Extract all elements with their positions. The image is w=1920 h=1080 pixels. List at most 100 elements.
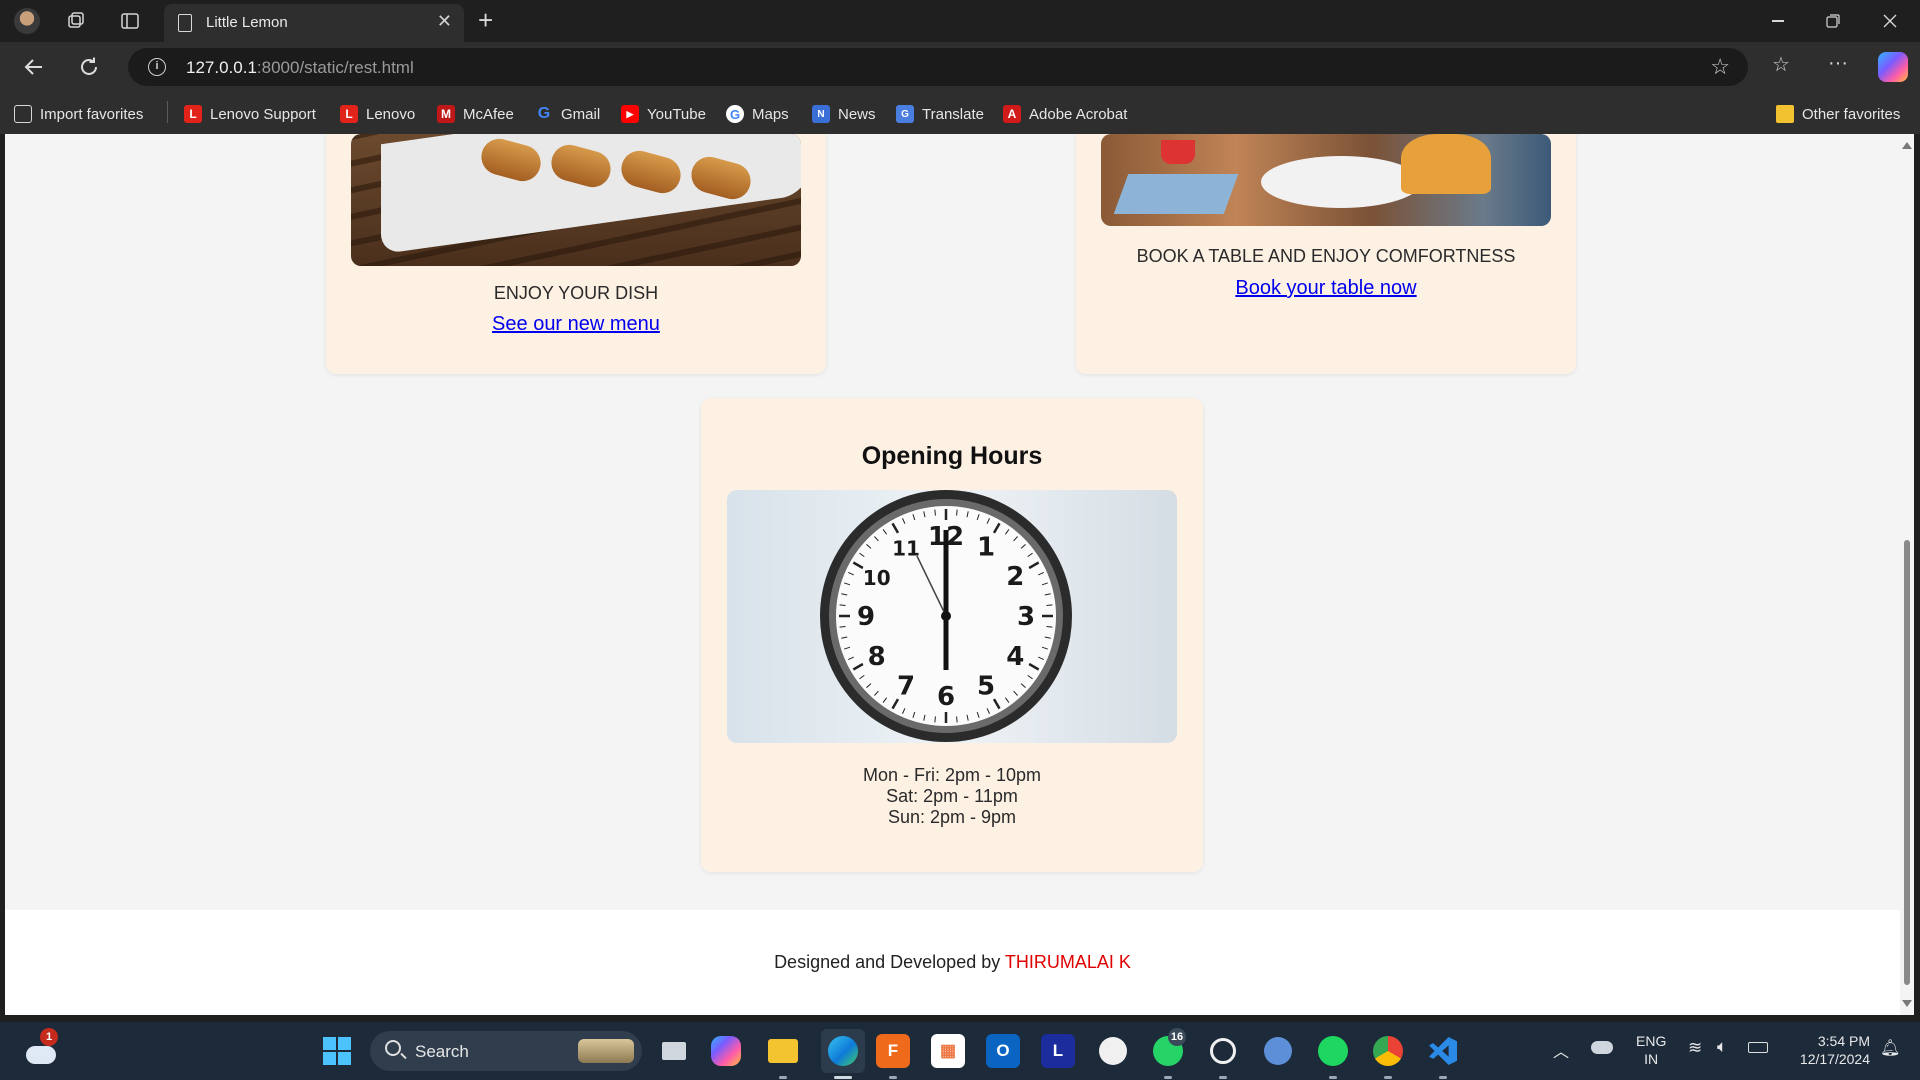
clock-numeral: 9 [857, 602, 875, 632]
back-button[interactable] [18, 52, 50, 82]
settings-menu-icon[interactable]: ··· [1828, 52, 1848, 75]
spring-rolls-image [351, 134, 801, 266]
start-icon[interactable] [320, 1034, 354, 1068]
youtube-icon: ▶ [621, 105, 639, 123]
clock-numeral: 6 [937, 682, 955, 712]
chrome-icon[interactable] [1371, 1034, 1405, 1068]
url-text[interactable]: 127.0.0.1:8000/static/rest.html [186, 58, 414, 78]
table-caption: BOOK A TABLE AND ENJOY COMFORTNESS [1136, 246, 1516, 266]
window-bottom-border [0, 1015, 1920, 1022]
acrobat-icon: A [1003, 105, 1021, 123]
fav-gmail[interactable]: G Gmail [535, 103, 600, 125]
clock-numeral: 10 [863, 566, 891, 590]
microsoft-store-icon[interactable]: ▦ [931, 1034, 965, 1068]
whatsapp-badge: 16 [1168, 1028, 1186, 1046]
battery-icon[interactable] [1748, 1042, 1768, 1053]
search-label: Search [415, 1042, 469, 1061]
tab-little-lemon[interactable]: Little Lemon ✕ [164, 4, 464, 42]
clock-tick [839, 604, 846, 606]
hours-saturday: Sat: 2pm - 11pm [886, 786, 1018, 806]
refresh-button[interactable] [73, 52, 105, 82]
title-bar: Little Lemon ✕ + [0, 0, 1920, 42]
clock-image: 121234567891011 [727, 490, 1177, 743]
dish-caption: ENJOY YOUR DISH [493, 283, 659, 303]
page-viewport: ENJOY YOUR DISH See our new menu BOOK A … [5, 134, 1900, 1015]
profile-avatar[interactable] [13, 7, 41, 35]
github-icon[interactable] [1096, 1034, 1130, 1068]
spotify-icon[interactable] [1316, 1034, 1350, 1068]
close-window-button[interactable] [1870, 6, 1910, 36]
clock-numeral: 7 [897, 671, 915, 701]
search-highlight-image [578, 1039, 634, 1063]
lenovo-app-icon[interactable]: L [1041, 1034, 1075, 1068]
show-hidden-icons-icon[interactable]: ︿ [1553, 1038, 1569, 1062]
chatgpt-icon[interactable] [1206, 1034, 1240, 1068]
hours-sunday: Sun: 2pm - 9pm [887, 807, 1017, 827]
taskbar-search[interactable]: Search [370, 1031, 642, 1071]
clock-tick [839, 626, 846, 628]
language-indicator[interactable]: ENG IN [1636, 1032, 1666, 1068]
clock-tick [1046, 604, 1053, 606]
weather-badge: 1 [40, 1028, 58, 1046]
clock-numeral: 5 [977, 671, 995, 701]
edge-icon[interactable] [821, 1029, 865, 1073]
onedrive-icon[interactable] [1591, 1041, 1613, 1054]
clock-date[interactable]: 3:54 PM 12/17/2024 [1784, 1032, 1870, 1068]
google-icon: G [537, 105, 551, 122]
clock-numeral: 11 [892, 537, 920, 561]
footer-credit: Designed and Developed by THIRUMALAI K [774, 952, 1131, 972]
search-icon [385, 1040, 401, 1056]
volume-icon[interactable]: 🔈︎ [1717, 1037, 1727, 1057]
book-table-link[interactable]: Book your table now [1076, 277, 1576, 300]
task-view-icon[interactable] [657, 1034, 691, 1068]
favorite-star-icon[interactable]: ☆ [1710, 54, 1730, 80]
favorites-icon[interactable]: ☆ [1772, 52, 1790, 77]
clock-tick [956, 509, 958, 516]
file-explorer-icon[interactable] [766, 1034, 800, 1068]
clock-face: 121234567891011 [820, 490, 1072, 742]
page-icon [178, 14, 192, 32]
outlook-icon[interactable]: O [986, 1034, 1020, 1068]
workspaces-icon[interactable] [62, 7, 90, 35]
clock-numeral: 8 [868, 642, 886, 672]
copilot-taskbar-icon[interactable] [711, 1036, 741, 1066]
new-tab-button[interactable]: + [478, 5, 493, 36]
close-tab-icon[interactable]: ✕ [437, 11, 452, 32]
page-scrollbar[interactable] [1900, 134, 1914, 1015]
dish-card: ENJOY YOUR DISH See our new menu [326, 134, 826, 374]
site-info-icon[interactable]: i [148, 58, 166, 76]
fav-mcafee[interactable]: M McAfee [437, 103, 514, 125]
fms-app-icon[interactable]: F [876, 1034, 910, 1068]
fav-youtube[interactable]: ▶ YouTube [621, 103, 706, 125]
other-favorites[interactable]: Other favorites [1776, 103, 1900, 125]
clock-numeral: 1 [977, 533, 995, 563]
copilot-icon[interactable] [1878, 52, 1908, 82]
google-icon: G [726, 105, 744, 123]
scroll-up-arrow-icon[interactable] [1902, 142, 1912, 149]
scrollbar-thumb[interactable] [1904, 540, 1910, 985]
fav-maps[interactable]: G Maps [726, 103, 789, 125]
folder-icon [1776, 105, 1794, 123]
vscode-icon[interactable] [1426, 1034, 1460, 1068]
wifi-icon[interactable]: ≋ [1688, 1038, 1702, 1058]
vpn-globe-icon[interactable] [1261, 1034, 1295, 1068]
import-icon [14, 105, 32, 123]
see-menu-link[interactable]: See our new menu [326, 313, 826, 336]
footer-author: THIRUMALAI K [1004, 952, 1131, 972]
restore-button[interactable] [1813, 6, 1853, 36]
fav-translate[interactable]: G Translate [896, 103, 984, 125]
scroll-down-arrow-icon[interactable] [1902, 1000, 1912, 1007]
vertical-tabs-icon[interactable] [116, 7, 144, 35]
fav-news[interactable]: N News [812, 103, 876, 125]
translate-icon: G [896, 105, 914, 123]
restaurant-table-image [1101, 134, 1551, 226]
fav-lenovo[interactable]: L Lenovo [340, 103, 415, 125]
notification-bell-icon[interactable]: 🔔︎ [1880, 1038, 1900, 1058]
favorites-separator [167, 101, 168, 123]
address-bar[interactable]: i 127.0.0.1:8000/static/rest.html ☆ [128, 48, 1748, 86]
fav-adobe-acrobat[interactable]: A Adobe Acrobat [1003, 103, 1127, 125]
minimize-button[interactable] [1758, 6, 1798, 36]
fav-import-favorites[interactable]: Import favorites [14, 103, 143, 125]
opening-hours-title: Opening Hours [861, 442, 1043, 470]
fav-lenovo-support[interactable]: L Lenovo Support [184, 103, 316, 125]
